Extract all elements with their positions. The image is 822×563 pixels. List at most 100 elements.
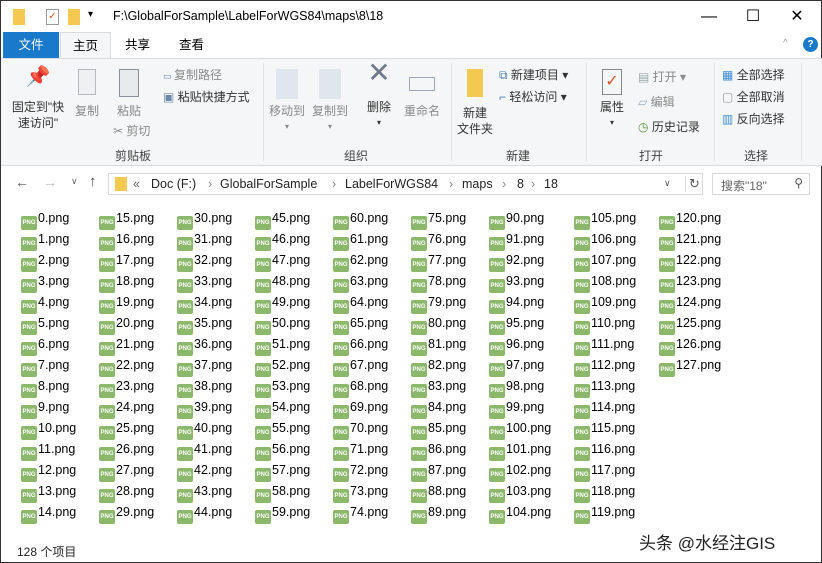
paste-button[interactable]: 粘贴	[111, 69, 147, 119]
back-button[interactable]: ←	[15, 174, 29, 190]
file-item[interactable]: PNG 44.png	[177, 503, 232, 524]
refresh-icon[interactable]: ↻	[685, 176, 700, 192]
history-button[interactable]: ◷ 历史记录	[638, 119, 700, 135]
breadcrumb-item[interactable]: GlobalForSample	[220, 177, 317, 191]
file-item[interactable]: PNG 67.png	[333, 356, 388, 377]
file-item[interactable]: PNG 51.png	[255, 335, 310, 356]
file-item[interactable]: PNG 13.png	[21, 482, 76, 503]
file-item[interactable]: PNG 1.png	[21, 230, 69, 251]
file-item[interactable]: PNG 37.png	[177, 356, 232, 377]
file-item[interactable]: PNG 14.png	[21, 503, 76, 524]
file-item[interactable]: PNG 84.png	[411, 398, 466, 419]
file-item[interactable]: PNG 95.png	[489, 314, 544, 335]
breadcrumb-item[interactable]: 18	[544, 177, 558, 191]
invert-selection-button[interactable]: ▥ 反向选择	[722, 111, 785, 127]
file-item[interactable]: PNG 89.png	[411, 503, 466, 524]
file-item[interactable]: PNG 87.png	[411, 461, 466, 482]
file-item[interactable]: PNG 64.png	[333, 293, 388, 314]
help-icon[interactable]: ?	[803, 37, 818, 52]
breadcrumb-item[interactable]: maps	[462, 177, 493, 191]
file-item[interactable]: PNG 53.png	[255, 377, 310, 398]
breadcrumb-item[interactable]: Doc (F:)	[151, 177, 196, 191]
file-item[interactable]: PNG 101.png	[489, 440, 551, 461]
file-item[interactable]: PNG 127.png	[659, 356, 721, 377]
file-item[interactable]: PNG 8.png	[21, 377, 69, 398]
file-item[interactable]: PNG 125.png	[659, 314, 721, 335]
file-item[interactable]: PNG 93.png	[489, 272, 544, 293]
up-button[interactable]: ↑	[89, 173, 97, 190]
file-item[interactable]: PNG 63.png	[333, 272, 388, 293]
new-folder-quick-icon[interactable]	[68, 9, 80, 25]
file-item[interactable]: PNG 50.png	[255, 314, 310, 335]
tab-file[interactable]: 文件	[3, 32, 59, 58]
file-item[interactable]: PNG 91.png	[489, 230, 544, 251]
easy-access-button[interactable]: ⌐ 轻松访问 ▾	[499, 89, 567, 105]
file-item[interactable]: PNG 71.png	[333, 440, 388, 461]
file-item[interactable]: PNG 25.png	[99, 419, 154, 440]
file-item[interactable]: PNG 52.png	[255, 356, 310, 377]
file-item[interactable]: PNG 110.png	[574, 314, 635, 335]
file-item[interactable]: PNG 92.png	[489, 251, 544, 272]
file-item[interactable]: PNG 16.png	[99, 230, 154, 251]
file-item[interactable]: PNG 66.png	[333, 335, 388, 356]
file-item[interactable]: PNG 122.png	[659, 251, 721, 272]
delete-button[interactable]: ✕ 删除 ▾	[363, 59, 395, 131]
breadcrumb-item[interactable]: 8	[517, 177, 524, 191]
file-item[interactable]: PNG 43.png	[177, 482, 232, 503]
file-item[interactable]: PNG 47.png	[255, 251, 310, 272]
new-folder-button[interactable]: 新建 文件夹	[455, 69, 495, 137]
file-item[interactable]: PNG 28.png	[99, 482, 154, 503]
file-item[interactable]: PNG 20.png	[99, 314, 154, 335]
file-item[interactable]: PNG 104.png	[489, 503, 551, 524]
file-item[interactable]: PNG 119.png	[574, 503, 635, 524]
file-item[interactable]: PNG 57.png	[255, 461, 310, 482]
recent-locations-icon[interactable]: ∨	[71, 176, 78, 187]
file-item[interactable]: PNG 58.png	[255, 482, 310, 503]
file-item[interactable]: PNG 115.png	[574, 419, 635, 440]
file-item[interactable]: PNG 4.png	[21, 293, 69, 314]
file-item[interactable]: PNG 83.png	[411, 377, 466, 398]
minimize-button[interactable]: —	[689, 5, 729, 29]
file-item[interactable]: PNG 99.png	[489, 398, 544, 419]
file-item[interactable]: PNG 60.png	[333, 209, 388, 230]
tab-home[interactable]: 主页	[60, 32, 112, 58]
file-item[interactable]: PNG 45.png	[255, 209, 310, 230]
file-item[interactable]: PNG 42.png	[177, 461, 232, 482]
file-item[interactable]: PNG 31.png	[177, 230, 232, 251]
file-item[interactable]: PNG 111.png	[574, 335, 634, 356]
paste-shortcut-button[interactable]: ▣ 粘贴快捷方式	[163, 89, 250, 105]
copy-to-button[interactable]: 复制到 ▾	[309, 69, 351, 135]
file-item[interactable]: PNG 85.png	[411, 419, 466, 440]
new-item-button[interactable]: ⧉ 新建项目 ▾	[499, 67, 568, 83]
edit-button[interactable]: ▱ 编辑	[638, 94, 675, 110]
file-item[interactable]: PNG 102.png	[489, 461, 551, 482]
file-item[interactable]: PNG 35.png	[177, 314, 232, 335]
file-item[interactable]: PNG 103.png	[489, 482, 551, 503]
file-item[interactable]: PNG 56.png	[255, 440, 310, 461]
file-item[interactable]: PNG 55.png	[255, 419, 310, 440]
file-item[interactable]: PNG 38.png	[177, 377, 232, 398]
file-item[interactable]: PNG 23.png	[99, 377, 154, 398]
file-item[interactable]: PNG 9.png	[21, 398, 69, 419]
address-dropdown-icon[interactable]: ∨	[664, 178, 671, 189]
file-item[interactable]: PNG 33.png	[177, 272, 232, 293]
file-item[interactable]: PNG 30.png	[177, 209, 232, 230]
file-item[interactable]: PNG 121.png	[659, 230, 721, 251]
file-item[interactable]: PNG 114.png	[574, 398, 635, 419]
file-item[interactable]: PNG 117.png	[574, 461, 635, 482]
file-item[interactable]: PNG 27.png	[99, 461, 154, 482]
file-item[interactable]: PNG 124.png	[659, 293, 721, 314]
select-none-button[interactable]: ▢ 全部取消	[722, 89, 785, 105]
properties-quick-icon[interactable]: ✓	[46, 9, 59, 25]
file-item[interactable]: PNG 112.png	[574, 356, 635, 377]
file-item[interactable]: PNG 22.png	[99, 356, 154, 377]
file-item[interactable]: PNG 100.png	[489, 419, 551, 440]
file-item[interactable]: PNG 86.png	[411, 440, 466, 461]
tab-view[interactable]: 查看	[167, 32, 216, 58]
file-item[interactable]: PNG 73.png	[333, 482, 388, 503]
cut-button[interactable]: ✂ 剪切	[113, 123, 150, 139]
select-all-button[interactable]: ▦ 全部选择	[722, 67, 785, 83]
file-item[interactable]: PNG 94.png	[489, 293, 544, 314]
rename-button[interactable]: 重命名	[401, 69, 443, 119]
file-item[interactable]: PNG 76.png	[411, 230, 466, 251]
